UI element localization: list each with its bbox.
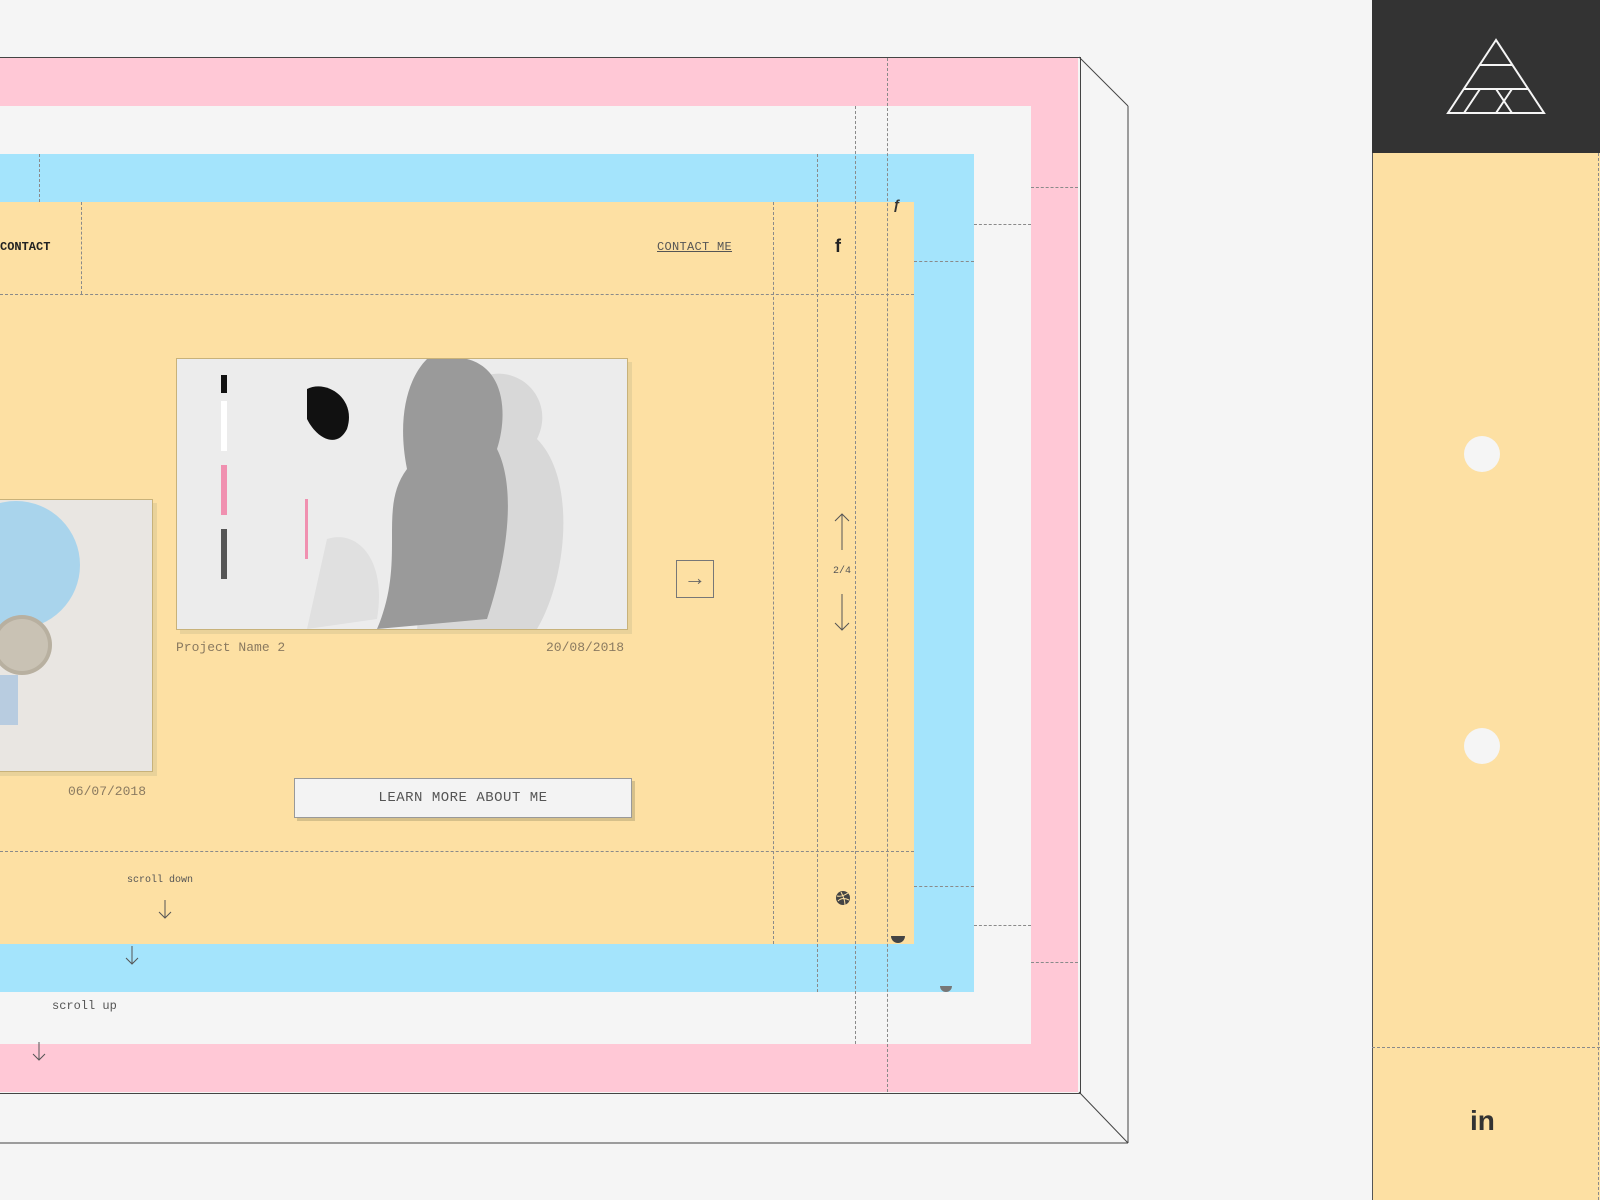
dribbble-icon-partial (891, 936, 905, 943)
guide-line (887, 58, 888, 1092)
grid-line (1598, 153, 1599, 1200)
nav-dot[interactable] (1464, 436, 1500, 472)
project-artwork (0, 500, 152, 771)
dribbble-icon[interactable] (835, 890, 851, 906)
arrow-down-icon (32, 1042, 46, 1061)
project-date: 06/07/2018 (68, 784, 147, 799)
scroll-up-label: scroll up (52, 999, 117, 1013)
project-name[interactable]: Project Name 2 (176, 640, 285, 655)
arrow-right-icon: → (688, 566, 702, 592)
linkedin-icon[interactable]: in (1470, 1105, 1495, 1137)
project-image[interactable] (0, 499, 153, 772)
arrow-down-icon (125, 946, 139, 965)
grid-line (0, 851, 914, 852)
grid-line (81, 202, 82, 294)
guide-line (914, 261, 974, 262)
guide-line (914, 886, 974, 887)
guide-line (974, 224, 1031, 225)
grid-line (1372, 1047, 1600, 1048)
project-image[interactable] (176, 358, 628, 630)
project-artwork (177, 359, 627, 629)
logo-area (1372, 0, 1600, 153)
facebook-icon[interactable]: f (835, 236, 841, 257)
sidebar (1372, 0, 1600, 1200)
guide-line (1031, 962, 1078, 963)
project-date: 20/08/2018 (546, 640, 625, 655)
arrow-down-icon[interactable] (832, 592, 852, 632)
nav-dot[interactable] (1464, 728, 1500, 764)
nav-contact[interactable]: CONTACT (0, 240, 50, 254)
scroll-down-label: scroll down (127, 875, 194, 886)
guide-line (974, 925, 1031, 926)
grid-line (773, 202, 774, 944)
triangle-logo-icon[interactable] (1372, 0, 1600, 153)
dribbble-icon-partial (940, 986, 952, 992)
grid-line (0, 294, 914, 295)
guide-line (1031, 187, 1078, 188)
guide-line (817, 154, 818, 992)
guide-line (39, 154, 40, 202)
guide-line (855, 106, 856, 1044)
contact-me-link[interactable]: CONTACT ME (657, 240, 732, 254)
scroll-down-icon[interactable] (155, 898, 175, 922)
pager-label: 2/4 (833, 566, 852, 577)
arrow-up-icon[interactable] (832, 512, 852, 552)
learn-more-button[interactable]: LEARN MORE ABOUT ME (294, 778, 632, 818)
facebook-icon-partial: ƒ (893, 196, 901, 212)
next-project-button[interactable]: → (676, 560, 714, 598)
